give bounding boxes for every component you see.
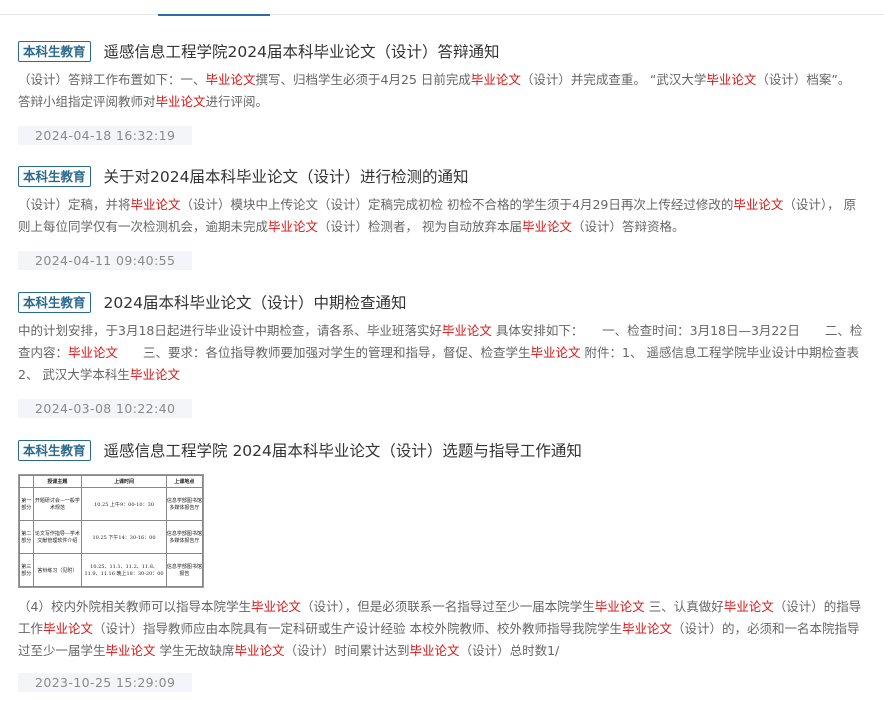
snippet-text: （设计）模块中上传论文（设计）定稿完成初检 初检不合格的学生须于4月29日再次上… [180,197,734,212]
table-cell: 答辩练习（见附） [32,553,83,587]
snippet-text: 三、要求：各位指导教师要加强对学生的管理和指导，督促、检查学生 [118,345,531,360]
snippet-text: （4）校内外院相关教师可以指导本院学生 [18,599,251,614]
highlighted-keyword: 毕业论文 [522,219,573,234]
search-result: 本科生教育 遥感信息工程学院 2024届本科毕业论文（设计）选题与指导工作通知 … [18,439,866,692]
snippet-text: 学生无故缺席 [155,643,235,658]
highlighted-keyword: 毕业论文 [622,621,673,636]
highlighted-keyword: 毕业论文 [43,621,94,636]
snippet-text: 进行评阅。 [205,94,269,109]
result-title-link[interactable]: 关于对2024届本科毕业论文（设计）进行检测的通知 [104,165,469,187]
attachment-thumbnail[interactable]: 授课主题 上课时间 上课地点 第一部分 开题研讨会—一般学术规范 10.25 上… [18,474,204,588]
highlighted-keyword: 毕业论文 [530,345,581,360]
search-result: 本科生教育 2024届本科毕业论文（设计）中期检查通知 中的计划安排，于3月18… [18,291,866,418]
snippet-text: （设计）总时数1/ [459,643,560,658]
snippet-text: 中的计划安排，于3月18日起进行毕业设计中期检查，请各系、毕业班落实好 [18,323,442,338]
category-badge[interactable]: 本科生教育 [18,439,91,461]
result-title-link[interactable]: 遥感信息工程学院 2024届本科毕业论文（设计）选题与指导工作通知 [104,439,582,461]
highlighted-keyword: 毕业论文 [594,599,645,614]
table-header: 授课主题 [32,475,83,488]
highlighted-keyword: 毕业论文 [205,72,256,87]
result-snippet: （设计）答辩工作布置如下：一、毕业论文撰写、归档学生必须于4月25 日前完成毕业… [18,69,866,113]
category-badge[interactable]: 本科生教育 [18,40,91,62]
table-cell: 第一部分 [19,487,34,521]
table-cell: 10.25、11.1、11.2、11.8、11.9、11.16 晚上18：30-… [81,553,167,587]
highlighted-keyword: 毕业论文 [155,94,206,109]
table-cell: 10.25 下午14：30-16：00 [81,520,167,554]
table-header [19,475,34,488]
result-snippet: （4）校内外院相关教师可以指导本院学生毕业论文（设计），但是必须联系一名指导过至… [18,596,866,662]
highlighted-keyword: 毕业论文 [129,367,180,382]
highlighted-keyword: 毕业论文 [130,197,181,212]
highlighted-keyword: 毕业论文 [470,72,521,87]
highlighted-keyword: 毕业论文 [268,219,319,234]
table-cell: 信息学部图书馆多媒体报告厅 [165,520,204,554]
highlighted-keyword: 毕业论文 [733,197,784,212]
table-cell: 信息学部图书馆报告 [165,553,204,587]
snippet-text: （设计）并完成查重。 “武汉大学 [520,72,707,87]
table-cell: 开题研讨会—一般学术规范 [32,487,83,521]
highlighted-keyword: 毕业论文 [441,323,492,338]
result-title-link[interactable]: 遥感信息工程学院2024届本科毕业论文（设计）答辩通知 [104,40,500,62]
active-tab-indicator [158,0,270,16]
highlighted-keyword: 毕业论文 [234,643,285,658]
schedule-table: 授课主题 上课时间 上课地点 第一部分 开题研讨会—一般学术规范 10.25 上… [19,475,204,587]
snippet-text: 三、认真做好 [644,599,724,614]
table-header: 上课地点 [165,475,204,488]
top-tab-bar [0,0,884,16]
snippet-text: （设计）答辩资格。 [572,219,685,234]
publish-date: 2024-03-08 10:22:40 [18,399,193,418]
snippet-text: （设计）定稿，并将 [18,197,131,212]
category-badge[interactable]: 本科生教育 [18,165,91,187]
snippet-text: （设计），但是必须联系一名指导过至少一届本院学生 [300,599,595,614]
table-cell: 论文写作指导—学术文献管理软件介绍 [32,520,83,554]
publish-date: 2024-04-11 09:40:55 [18,251,193,270]
snippet-text: （设计）检测者， 视为自动放弃本届 [318,219,523,234]
search-result: 本科生教育 关于对2024届本科毕业论文（设计）进行检测的通知 （设计）定稿，并… [18,165,866,270]
snippet-text: （设计）答辩工作布置如下：一、 [18,72,206,87]
highlighted-keyword: 毕业论文 [409,643,460,658]
snippet-text: （设计）时间累计达到 [284,643,410,658]
publish-date: 2023-10-25 15:29:09 [18,673,193,692]
highlighted-keyword: 毕业论文 [723,599,774,614]
snippet-text: （设计）指导教师应由本院具有一定科研或生产设计经验 本校外院教师、校外教师指导我… [93,621,623,636]
highlighted-keyword: 毕业论文 [105,643,156,658]
publish-date: 2024-04-18 16:32:19 [18,126,193,145]
table-cell: 第二部分 [19,520,34,554]
snippet-text: 撰写、归档学生必须于4月25 日前完成 [255,72,471,87]
search-result: 本科生教育 遥感信息工程学院2024届本科毕业论文（设计）答辩通知 （设计）答辩… [18,40,866,145]
table-cell: 第三部分 [19,553,34,587]
result-title-link[interactable]: 2024届本科毕业论文（设计）中期检查通知 [104,291,407,313]
category-badge[interactable]: 本科生教育 [18,291,91,313]
table-cell: 10.25 上午9：00-10：30 [81,487,167,521]
highlighted-keyword: 毕业论文 [706,72,757,87]
table-cell: 信息学部图书馆多媒体报告厅 [165,487,204,521]
result-snippet: （设计）定稿，并将毕业论文（设计）模块中上传论文（设计）定稿完成初检 初检不合格… [18,194,866,238]
result-snippet: 中的计划安排，于3月18日起进行毕业设计中期检查，请各系、毕业班落实好毕业论文 … [18,320,866,386]
highlighted-keyword: 毕业论文 [68,345,119,360]
table-header: 上课时间 [81,475,167,488]
highlighted-keyword: 毕业论文 [250,599,301,614]
